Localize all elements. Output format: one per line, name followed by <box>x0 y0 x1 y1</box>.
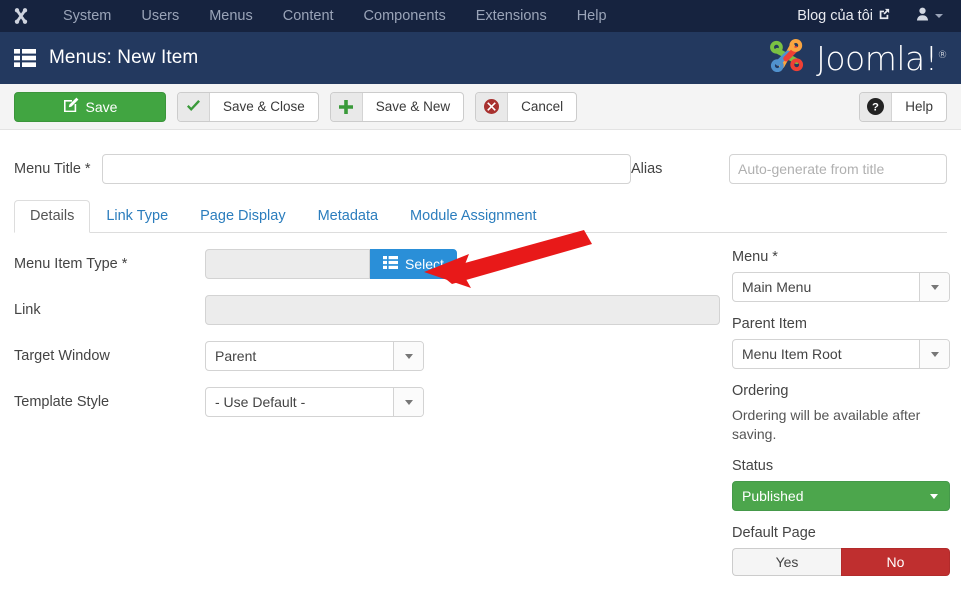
template-style-value: - Use Default - <box>215 394 306 410</box>
topbar-right-group: Blog của tôi <box>797 7 947 26</box>
external-link-icon <box>878 8 890 24</box>
nav-item-system[interactable]: System <box>48 0 126 32</box>
view-site-link[interactable]: Blog của tôi <box>797 8 904 24</box>
menu-select-value: Main Menu <box>742 279 812 295</box>
joomla-logo-mark <box>765 34 809 83</box>
chevron-down-icon <box>393 388 423 416</box>
cancel-label: Cancel <box>521 99 564 114</box>
joomla-logo: Joomla!® <box>765 34 947 83</box>
tab-details[interactable]: Details <box>14 200 91 233</box>
user-icon <box>916 7 929 26</box>
list-view-icon <box>14 48 36 68</box>
main-menu-items: System Users Menus Content Components Ex… <box>48 0 622 32</box>
save-and-close-label: Save & Close <box>223 99 305 114</box>
parent-item-label: Parent Item <box>732 316 807 332</box>
list-grid-icon <box>383 256 398 272</box>
chevron-down-icon <box>393 342 423 370</box>
details-left-column: Menu Item Type * Select Link Target Wind… <box>14 249 720 576</box>
link-row: Link <box>14 295 720 325</box>
help-button[interactable]: ? Help <box>859 91 947 122</box>
help-label: Help <box>905 99 933 114</box>
nav-item-content[interactable]: Content <box>268 0 349 32</box>
template-style-row: Template Style - Use Default - <box>14 387 720 417</box>
target-window-value: Parent <box>215 348 257 364</box>
tab-bar: Details Link Type Page Display Metadata … <box>14 200 947 233</box>
default-page-label: Default Page <box>732 525 816 541</box>
svg-text:?: ? <box>872 102 879 114</box>
site-link-label: Blog của tôi <box>797 8 873 24</box>
status-select[interactable]: Published <box>732 481 950 511</box>
details-right-column: Menu * Main Menu Parent Item Menu Item R… <box>720 249 950 576</box>
alias-input[interactable] <box>729 154 947 184</box>
default-page-toggle: Yes No <box>732 548 950 576</box>
target-window-row: Target Window Parent <box>14 341 720 371</box>
nav-item-menus[interactable]: Menus <box>194 0 268 32</box>
circle-x-icon <box>476 92 509 121</box>
question-circle-icon: ? <box>860 92 893 121</box>
checkmark-icon <box>178 92 210 121</box>
select-menu-item-type-button[interactable]: Select <box>370 249 457 279</box>
save-button-label: Save <box>85 98 118 115</box>
menu-item-type-value <box>205 249 370 279</box>
target-window-select[interactable]: Parent <box>205 341 424 371</box>
user-menu-button[interactable] <box>904 7 947 26</box>
menu-item-type-field-group: Select <box>205 249 457 279</box>
chevron-down-icon <box>935 14 943 18</box>
top-navigation-bar: System Users Menus Content Components Ex… <box>0 0 961 32</box>
menu-label: Menu * <box>732 249 778 265</box>
menu-title-label: Menu Title * <box>14 161 91 177</box>
menu-item-type-label: Menu Item Type * <box>14 256 128 272</box>
nav-item-users[interactable]: Users <box>126 0 194 32</box>
chevron-down-icon <box>919 340 949 368</box>
alias-group: Alias <box>631 154 947 184</box>
parent-item-value: Menu Item Root <box>742 346 842 362</box>
nav-item-extensions[interactable]: Extensions <box>461 0 562 32</box>
joomla-mark-icon[interactable] <box>10 5 32 27</box>
target-window-label: Target Window <box>14 348 110 364</box>
joomla-logo-text: Joomla!® <box>816 38 947 78</box>
default-page-no-button[interactable]: No <box>841 548 950 576</box>
cancel-button[interactable]: Cancel <box>475 91 578 122</box>
plus-icon <box>330 92 363 121</box>
link-input <box>205 295 720 325</box>
page-root: System Users Menus Content Components Ex… <box>0 0 961 613</box>
nav-item-components[interactable]: Components <box>349 0 461 32</box>
template-style-label: Template Style <box>14 394 110 410</box>
save-and-close-button[interactable]: Save & Close <box>177 91 319 122</box>
parent-item-select[interactable]: Menu Item Root <box>732 339 950 369</box>
tab-metadata[interactable]: Metadata <box>302 200 394 233</box>
nav-item-help[interactable]: Help <box>562 0 622 32</box>
status-label: Status <box>732 458 774 474</box>
chevron-down-icon <box>919 482 949 510</box>
default-page-yes-button[interactable]: Yes <box>732 548 841 576</box>
ordering-label: Ordering <box>732 383 789 399</box>
status-value: Published <box>742 488 804 504</box>
save-and-new-label: Save & New <box>375 99 451 114</box>
page-header-bar: Menus: New Item Joomla!® <box>0 32 961 84</box>
alias-label: Alias <box>631 161 663 177</box>
ordering-note: Ordering will be available after saving. <box>732 407 921 442</box>
tab-page-display[interactable]: Page Display <box>184 200 301 233</box>
tab-link-type[interactable]: Link Type <box>90 200 184 233</box>
menu-title-input[interactable] <box>102 154 631 184</box>
page-title: Menus: New Item <box>49 47 199 68</box>
details-panel: Menu Item Type * Select Link Target Wind… <box>14 233 950 576</box>
tab-module-assignment[interactable]: Module Assignment <box>394 200 553 233</box>
chevron-down-icon <box>919 273 949 301</box>
save-and-new-button[interactable]: Save & New <box>329 91 465 122</box>
select-button-label: Select <box>405 256 444 272</box>
save-button[interactable]: Save <box>14 91 166 122</box>
menu-title-row: Menu Title * Alias <box>14 130 947 201</box>
editor-toolbar: Save Save & Close Save & New Cancel ? He… <box>0 84 961 130</box>
template-style-select[interactable]: - Use Default - <box>205 387 424 417</box>
page-content: Menu Title * Alias Details Link Type Pag… <box>0 130 961 576</box>
edit-pencil-icon <box>63 97 79 116</box>
menu-select[interactable]: Main Menu <box>732 272 950 302</box>
link-label: Link <box>14 302 41 318</box>
menu-item-type-row: Menu Item Type * Select <box>14 249 720 279</box>
